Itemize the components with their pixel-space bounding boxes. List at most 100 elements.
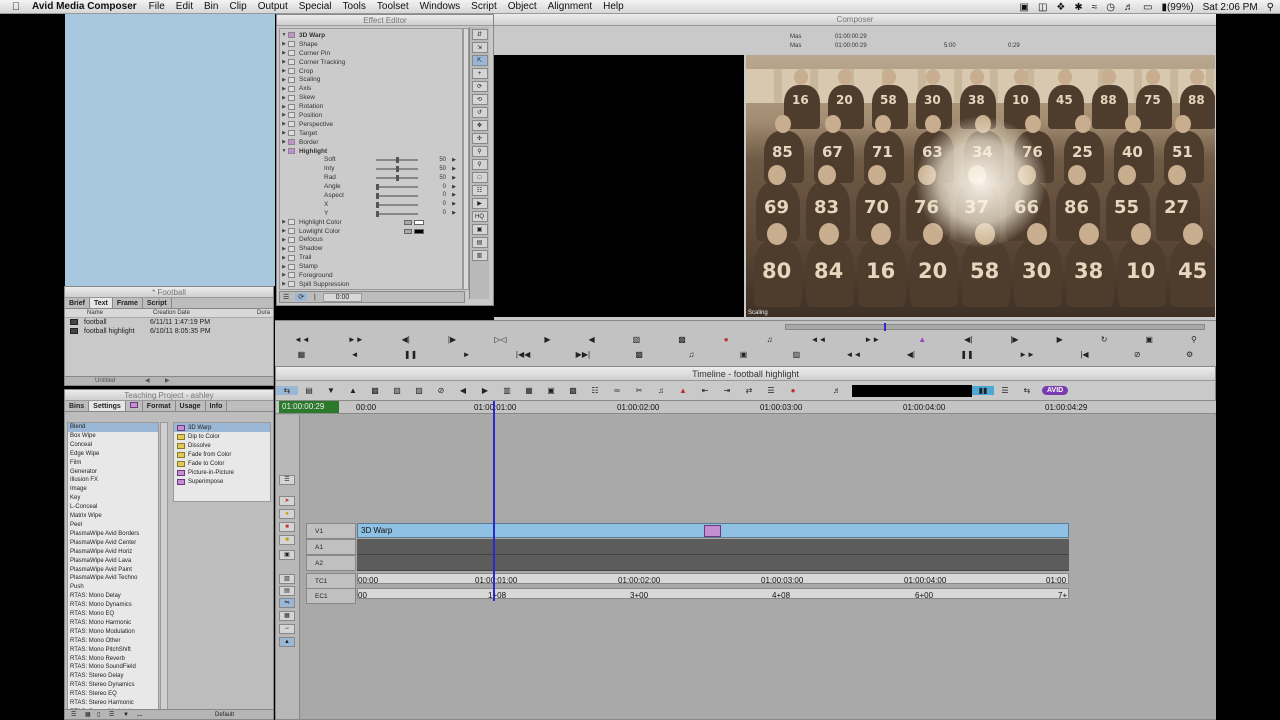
highlight-param-row[interactable]: Aspect 0 ▶ [280, 191, 462, 200]
param-checkbox[interactable] [288, 103, 295, 110]
effect-category-item[interactable]: RTAS: Mono PitchShift [68, 646, 158, 655]
extend-left-icon[interactable]: ⇤ [694, 386, 716, 395]
outline-icon[interactable]: □ [471, 172, 488, 183]
menu-bin[interactable]: Bin [204, 1, 218, 12]
bin-title[interactable]: * Football [65, 287, 273, 298]
param-arrow-icon[interactable]: ▶ [452, 192, 456, 198]
list-icon[interactable]: ☰ [760, 386, 782, 395]
view-name[interactable]: Default [215, 710, 234, 720]
disclosure-open-icon[interactable]: ▼ [280, 148, 288, 154]
effect-category-item[interactable]: PlasmaWipe Avid Paint [68, 566, 158, 575]
disclosure-closed-icon[interactable]: ▶ [280, 77, 288, 83]
effect-category-item[interactable]: PlasmaWipe Avid Center [68, 539, 158, 548]
param-checkbox[interactable] [288, 68, 295, 74]
disclosure-closed-icon[interactable]: ▶ [280, 237, 288, 243]
a1-track-content[interactable] [357, 539, 1069, 555]
param-value[interactable]: 0 [443, 201, 446, 207]
effect-category-item[interactable]: RTAS: Stereo Delay [68, 672, 158, 681]
zoom-in-icon[interactable]: ⚲ [1191, 335, 1197, 349]
param-slider[interactable] [376, 210, 418, 217]
effect-category-item[interactable]: PlasmaWipe Avid Borders [68, 530, 158, 539]
param-value[interactable]: 0 [443, 184, 446, 190]
param-checkbox[interactable] [288, 236, 295, 243]
play-icon[interactable]: ▶ [1057, 335, 1063, 349]
reduce-tool-icon[interactable]: ⇲ [471, 42, 488, 53]
tab-brief[interactable]: Brief [65, 298, 90, 308]
tab-text[interactable]: Text [89, 298, 113, 308]
disclosure-closed-icon[interactable]: ▶ [280, 68, 288, 74]
disclosure-closed-icon[interactable]: ▶ [280, 281, 288, 287]
effect-param-row[interactable]: ▶ Trail [280, 253, 462, 262]
step-forward-icon[interactable]: ►► [1019, 350, 1035, 364]
timeline-title[interactable]: Timeline - football highlight [276, 367, 1215, 381]
extend-right-icon[interactable]: ⇥ [716, 386, 738, 395]
param-checkbox[interactable] [288, 130, 295, 137]
app-menu[interactable]: Avid Media Composer [32, 1, 137, 12]
pause-icon[interactable]: ❚❚ [960, 350, 973, 364]
param-checkbox[interactable] [288, 272, 295, 279]
tab-effects[interactable] [126, 401, 143, 411]
effect-category-item[interactable]: RTAS: Stereo EQ [68, 690, 158, 699]
effect-item[interactable]: 3D Warp [174, 423, 270, 432]
clear-marks-icon[interactable]: ▷◁ [494, 335, 506, 349]
marker-icon[interactable]: ∞ [606, 386, 628, 395]
video-track-icon[interactable]: ▩ [364, 386, 386, 395]
disclosure-closed-icon[interactable]: ▶ [280, 86, 288, 92]
play-icon[interactable]: ▶ [544, 335, 550, 349]
no-entry-icon[interactable]: ⊘ [1134, 350, 1141, 364]
render-icon[interactable]: ▩ [562, 386, 584, 395]
disclosure-closed-icon[interactable]: ▶ [280, 112, 288, 118]
record-icon[interactable]: ● [724, 335, 729, 349]
effect-editor-title[interactable]: Effect Editor [277, 15, 493, 26]
param-checkbox[interactable] [288, 148, 295, 155]
effect-category-item[interactable]: RTAS: Mono SoundField [68, 663, 158, 672]
col-duration[interactable]: Dura [257, 309, 270, 317]
disclosure-closed-icon[interactable]: ▶ [280, 59, 288, 65]
rewind-icon[interactable]: ◄◄ [811, 335, 827, 349]
scroll-right-icon[interactable]: ▶ [165, 377, 170, 386]
track-monitor-icon[interactable]: ▧ [279, 574, 295, 584]
track-tc1[interactable]: TC1 [306, 573, 356, 589]
source-mas-label[interactable]: Mas [790, 34, 801, 40]
effect-category-item[interactable]: RTAS: Mono Reverb [68, 655, 158, 664]
effect-header-row[interactable]: ▼ 3D Warp [280, 31, 462, 40]
clock[interactable]: Sat 2:06 PM [1203, 2, 1258, 13]
zoom-out-icon[interactable]: ⚲ [471, 159, 488, 170]
step-forward-icon[interactable]: ►► [348, 335, 364, 349]
lift-icon[interactable]: ▩ [678, 335, 686, 349]
effect-item[interactable]: Fade to Color [174, 459, 270, 468]
param-checkbox[interactable] [288, 41, 295, 48]
audio-keyframe-icon[interactable]: ♫ [650, 386, 672, 395]
menu-icon[interactable]: ☰ [994, 386, 1016, 395]
crop-tool-icon[interactable]: ⇱ [471, 55, 488, 66]
overwrite-icon[interactable]: ▧ [633, 335, 641, 349]
param-checkbox[interactable] [288, 112, 295, 119]
new-bin-icon[interactable]: ▯ [97, 710, 100, 720]
red-segment-icon[interactable]: ■ [279, 522, 295, 532]
effect-param-row[interactable]: ▶ Border [280, 138, 462, 147]
project-title[interactable]: Teaching Project - ashley [65, 390, 273, 401]
effect-category-item[interactable]: PlasmaWipe Avid Lava [68, 557, 158, 566]
param-value[interactable]: 50 [439, 157, 446, 163]
hq-button[interactable]: HQ [471, 211, 488, 222]
pause-icon[interactable]: ❚❚ [404, 350, 417, 364]
effect-param-row[interactable]: ▶ Corner Tracking [280, 58, 462, 67]
playhead-icon[interactable]: ∣ [313, 293, 317, 301]
slider-thumb[interactable] [396, 157, 399, 164]
speaker-icon[interactable]: ♬ [826, 386, 848, 395]
source-monitor[interactable] [494, 55, 744, 317]
param-arrow-icon[interactable]: ▶ [452, 210, 456, 216]
battery-indicator[interactable]: ▮(99%) [1161, 2, 1193, 13]
effect-item[interactable]: Superimpose [174, 477, 270, 486]
effect-category-item[interactable]: Blend [68, 423, 158, 432]
highlight-group-row[interactable]: ▼ Highlight [280, 147, 462, 156]
effect-category-item[interactable]: RTAS: Mono Delay [68, 592, 158, 601]
param-checkbox[interactable] [288, 121, 295, 128]
replace-icon[interactable]: ▨ [793, 350, 801, 364]
dropdown-arrow-icon[interactable]: ▼ [320, 386, 342, 395]
bin-row[interactable]: football 6/11/11 1:47:19 PM [65, 318, 273, 327]
motion-icon[interactable]: ⇄ [738, 386, 760, 395]
effect-category-item[interactable]: PlasmaWipe Avid Techno [68, 574, 158, 583]
effect-category-item[interactable]: Illusion FX [68, 476, 158, 485]
position-indicator[interactable] [884, 323, 886, 331]
